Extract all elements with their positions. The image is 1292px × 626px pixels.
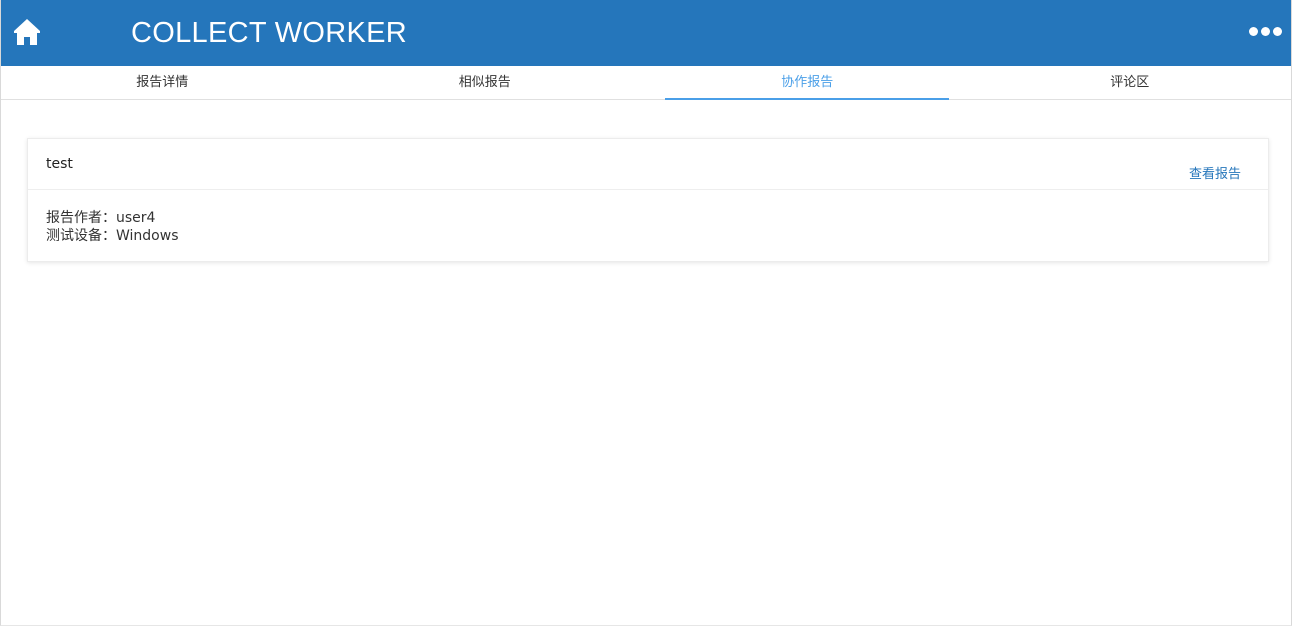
author-value: user4 bbox=[116, 210, 156, 226]
report-card-body: 报告作者：user4 测试设备：Windows bbox=[28, 190, 1268, 245]
more-dot-icon bbox=[1273, 27, 1282, 36]
author-label: 报告作者： bbox=[46, 210, 116, 226]
view-report-link[interactable]: 查看报告 bbox=[1189, 163, 1241, 182]
device-label: 测试设备： bbox=[46, 228, 116, 244]
app-window: COLLECT WORKER 报告详情 相似报告 协作报告 评论区 test 查… bbox=[0, 0, 1292, 626]
app-header: COLLECT WORKER bbox=[1, 0, 1291, 66]
tab-similar-reports[interactable]: 相似报告 bbox=[324, 66, 647, 99]
home-button[interactable] bbox=[12, 17, 42, 47]
more-dot-icon bbox=[1261, 27, 1270, 36]
tab-report-details[interactable]: 报告详情 bbox=[1, 66, 324, 99]
app-title: COLLECT WORKER bbox=[131, 17, 407, 49]
tab-bar: 报告详情 相似报告 协作报告 评论区 bbox=[1, 66, 1291, 100]
tab-comments[interactable]: 评论区 bbox=[969, 66, 1292, 99]
tab-collab-reports[interactable]: 协作报告 bbox=[646, 66, 969, 100]
more-dot-icon bbox=[1249, 27, 1258, 36]
report-device-row: 测试设备：Windows bbox=[46, 227, 1268, 245]
more-options-button[interactable] bbox=[1249, 25, 1283, 39]
device-value: Windows bbox=[116, 228, 179, 244]
report-title: test bbox=[46, 156, 73, 172]
home-icon bbox=[14, 19, 40, 45]
report-card-header: test 查看报告 bbox=[28, 139, 1268, 190]
report-author-row: 报告作者：user4 bbox=[46, 209, 1268, 227]
report-card: test 查看报告 报告作者：user4 测试设备：Windows bbox=[27, 138, 1269, 262]
